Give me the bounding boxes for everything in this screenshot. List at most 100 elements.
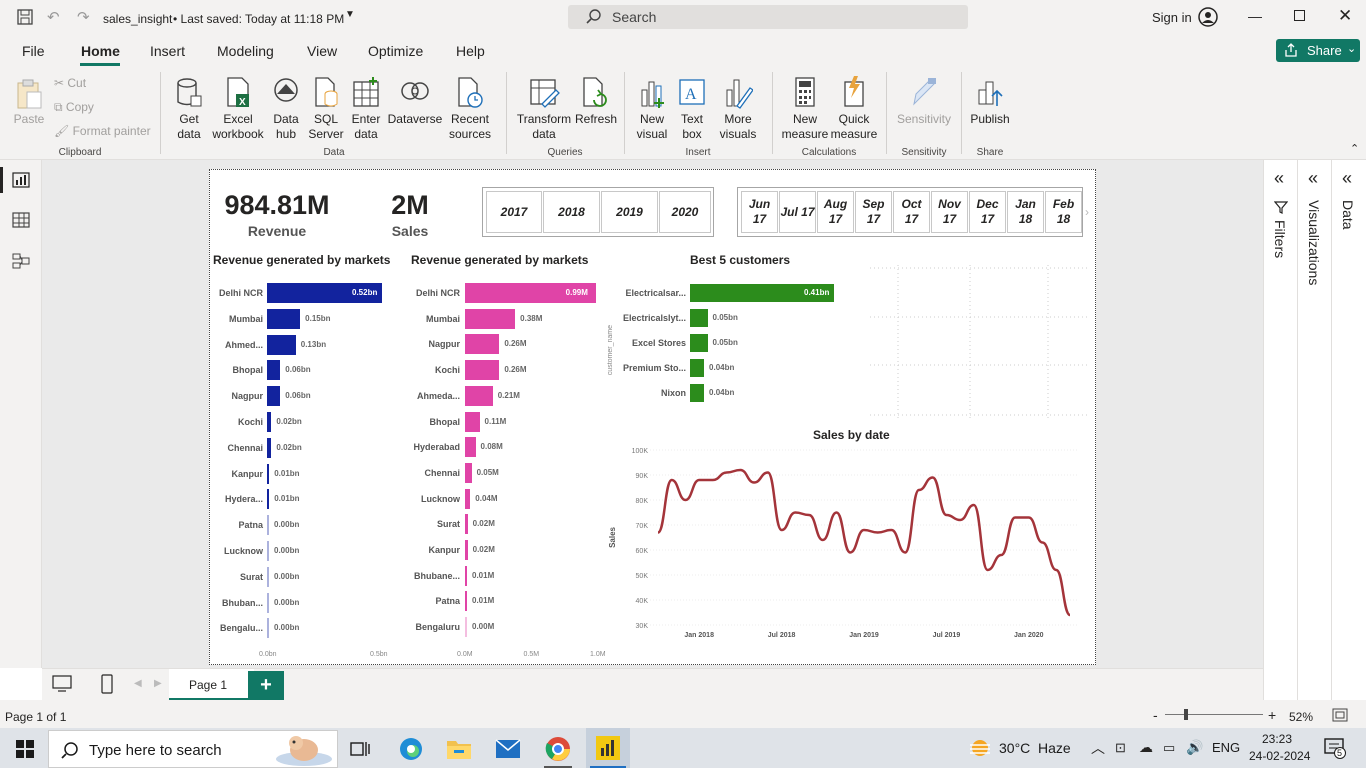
file-explorer-icon[interactable] bbox=[446, 738, 472, 763]
weather-icon[interactable] bbox=[968, 737, 992, 762]
power-bi-icon[interactable] bbox=[596, 736, 620, 763]
undo-icon[interactable]: ↶ bbox=[47, 8, 60, 26]
chrome-icon[interactable] bbox=[544, 735, 572, 766]
notifications-icon[interactable] bbox=[1324, 737, 1346, 762]
tab-modeling[interactable]: Modeling bbox=[217, 43, 274, 59]
enter-data-button[interactable]: Enter data bbox=[348, 76, 384, 142]
tab-help[interactable]: Help bbox=[456, 43, 485, 59]
expand-filters-icon[interactable]: « bbox=[1274, 168, 1284, 189]
bar[interactable] bbox=[465, 565, 467, 586]
collapse-ribbon-icon[interactable]: ⌃ bbox=[1350, 142, 1359, 155]
tab-insert[interactable]: Insert bbox=[150, 43, 185, 59]
windows-start-icon[interactable] bbox=[16, 740, 34, 761]
bar[interactable] bbox=[465, 462, 472, 483]
tab-optimize[interactable]: Optimize bbox=[368, 43, 423, 59]
table-view-icon[interactable] bbox=[12, 212, 30, 231]
bar[interactable] bbox=[465, 437, 476, 458]
expand-data-icon[interactable]: « bbox=[1342, 168, 1352, 189]
excel-workbook-button[interactable]: X Excel workbook bbox=[210, 76, 266, 142]
volume-icon[interactable]: 🔊 bbox=[1186, 739, 1203, 756]
zoom-out-button[interactable]: - bbox=[1153, 707, 1158, 723]
redo-icon[interactable]: ↷ bbox=[77, 8, 90, 26]
tray-device-icon[interactable]: ⊡ bbox=[1115, 740, 1126, 756]
bar[interactable] bbox=[267, 541, 269, 561]
bar[interactable] bbox=[267, 463, 270, 484]
bar[interactable] bbox=[465, 385, 493, 406]
user-icon[interactable] bbox=[1198, 7, 1218, 30]
scroll-right-icon[interactable]: ▶ bbox=[154, 678, 162, 689]
fit-to-page-icon[interactable] bbox=[1332, 708, 1348, 725]
bar[interactable] bbox=[465, 514, 468, 535]
model-view-icon[interactable] bbox=[12, 252, 30, 273]
zoom-slider[interactable] bbox=[1165, 714, 1263, 715]
sensitivity-button[interactable]: Sensitivity bbox=[893, 76, 955, 127]
more-visuals-button[interactable]: More visuals bbox=[713, 76, 763, 142]
cut-button[interactable]: ✂ Cut bbox=[54, 76, 86, 90]
clock-time[interactable]: 23:23 bbox=[1262, 732, 1292, 746]
get-data-button[interactable]: Get data bbox=[170, 76, 208, 142]
dataverse-button[interactable]: Dataverse bbox=[387, 76, 443, 127]
add-page-button[interactable]: + bbox=[248, 671, 284, 700]
quick-measure-button[interactable]: Quick measure bbox=[830, 76, 878, 142]
bar[interactable] bbox=[267, 592, 269, 613]
search-box[interactable]: Search bbox=[568, 5, 968, 29]
bar[interactable] bbox=[267, 566, 269, 587]
copy-button[interactable]: ⧉ Copy bbox=[54, 100, 94, 115]
filters-pane[interactable]: « Filters bbox=[1263, 160, 1297, 700]
bar[interactable] bbox=[690, 334, 708, 352]
tab-view[interactable]: View bbox=[307, 43, 337, 59]
page-tab-page-1[interactable]: Page 1 bbox=[169, 669, 254, 701]
refresh-button[interactable]: Refresh bbox=[575, 76, 617, 127]
bar[interactable] bbox=[465, 360, 500, 381]
bar[interactable] bbox=[690, 384, 705, 402]
battery-icon[interactable]: ▭ bbox=[1163, 740, 1175, 756]
bar[interactable] bbox=[465, 308, 516, 329]
tab-file[interactable]: File bbox=[22, 43, 45, 59]
chevron-up-icon[interactable]: ︿ bbox=[1091, 738, 1105, 758]
bar[interactable] bbox=[465, 540, 468, 560]
bar[interactable] bbox=[267, 386, 281, 407]
paste-button[interactable]: Paste bbox=[10, 78, 48, 127]
bar[interactable] bbox=[267, 412, 272, 432]
close-icon[interactable]: ✕ bbox=[1338, 6, 1352, 26]
bar[interactable] bbox=[465, 488, 471, 509]
bar[interactable] bbox=[465, 617, 467, 638]
recent-sources-button[interactable]: Recent sources bbox=[444, 76, 496, 142]
scroll-left-icon[interactable]: ◀ bbox=[134, 678, 142, 689]
edge-icon[interactable] bbox=[398, 736, 424, 765]
expand-visualizations-icon[interactable]: « bbox=[1308, 168, 1318, 189]
bar[interactable] bbox=[267, 437, 272, 458]
share-button[interactable]: Share ⌄ bbox=[1276, 39, 1360, 62]
sign-in-link[interactable]: Sign in bbox=[1152, 10, 1192, 25]
bar[interactable] bbox=[465, 411, 480, 432]
taskbar-search[interactable]: Type here to search bbox=[48, 730, 338, 768]
data-pane[interactable]: « Data bbox=[1331, 160, 1366, 700]
bar[interactable] bbox=[690, 359, 705, 377]
save-icon[interactable] bbox=[17, 9, 33, 28]
mail-icon[interactable] bbox=[495, 738, 521, 763]
cloud-offline-icon[interactable]: ☁ bbox=[1139, 739, 1153, 756]
zoom-in-button[interactable]: + bbox=[1268, 707, 1276, 723]
text-box-button[interactable]: A Text box bbox=[673, 76, 711, 142]
data-hub-button[interactable]: Data hub bbox=[268, 76, 304, 142]
bar[interactable] bbox=[267, 515, 269, 536]
minimize-icon[interactable]: — bbox=[1248, 8, 1262, 24]
publish-button[interactable]: Publish bbox=[968, 76, 1012, 127]
bar[interactable] bbox=[267, 618, 269, 639]
transform-data-button[interactable]: Transform data bbox=[515, 76, 573, 142]
format-painter-button[interactable]: 🖌 Format painter bbox=[54, 124, 151, 138]
new-visual-button[interactable]: New visual bbox=[632, 76, 672, 142]
bar[interactable] bbox=[267, 360, 281, 381]
new-measure-button[interactable]: New measure bbox=[780, 76, 830, 142]
task-view-icon[interactable] bbox=[350, 740, 370, 761]
sql-server-button[interactable]: SQL Server bbox=[307, 76, 345, 142]
chevron-down-icon[interactable]: ▼ bbox=[345, 9, 355, 20]
bar[interactable] bbox=[267, 334, 296, 355]
desktop-layout-icon[interactable] bbox=[52, 675, 72, 696]
bar[interactable] bbox=[465, 591, 467, 612]
visualizations-pane[interactable]: « Visualizations bbox=[1297, 160, 1331, 700]
mobile-layout-icon[interactable] bbox=[101, 674, 113, 697]
tab-home[interactable]: Home bbox=[81, 43, 120, 59]
bar[interactable] bbox=[690, 309, 708, 327]
report-view-icon[interactable] bbox=[12, 172, 30, 191]
